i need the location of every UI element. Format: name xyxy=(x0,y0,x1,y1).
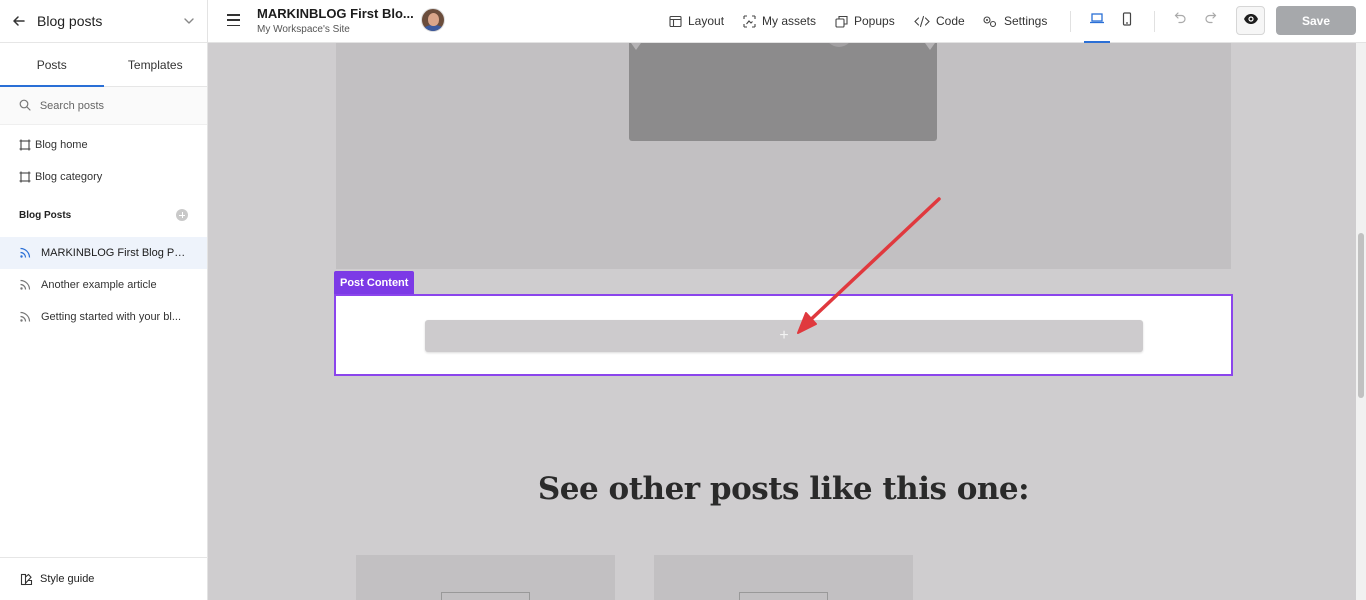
popups-icon xyxy=(835,15,848,28)
scrollbar-thumb[interactable] xyxy=(1358,233,1364,398)
plus-icon: + xyxy=(779,327,789,344)
style-guide-button[interactable]: Style guide xyxy=(0,557,208,600)
tab-templates[interactable]: Templates xyxy=(104,43,208,86)
rss-icon xyxy=(19,311,31,323)
toolbar-divider xyxy=(1154,11,1155,32)
toolbar-divider xyxy=(1070,11,1071,32)
redo-icon xyxy=(1204,11,1217,29)
image-placeholder-circle xyxy=(825,43,853,47)
save-button[interactable]: Save xyxy=(1276,6,1356,35)
canvas-scrollbar[interactable] xyxy=(1356,43,1366,600)
featured-image-section[interactable] xyxy=(336,43,1231,269)
sidebar-header: Blog posts xyxy=(0,0,207,43)
site-name: My Workspace's Site xyxy=(257,24,350,35)
sidebar-item-blog-home[interactable]: Blog home xyxy=(0,129,207,161)
sidebar-item-blog-category[interactable]: Blog category xyxy=(0,161,207,193)
my-assets-menu-button[interactable]: My assets xyxy=(743,12,816,30)
post-item-first-blog-post[interactable]: MARKINBLOG First Blog Post xyxy=(0,237,207,269)
page-title: MARKINBLOG First Blo... xyxy=(257,6,414,21)
rss-icon xyxy=(19,279,31,291)
mobile-view-button[interactable] xyxy=(1114,11,1140,31)
search-bar xyxy=(0,87,207,125)
post-item-label: Getting started with your bl... xyxy=(41,311,182,323)
image-placeholder[interactable] xyxy=(629,43,937,141)
image-placeholder-corner xyxy=(925,43,935,50)
laptop-icon xyxy=(1089,12,1105,30)
sidebar-tabs: Posts Templates xyxy=(0,43,207,87)
back-arrow-icon[interactable] xyxy=(12,13,28,29)
redo-button[interactable] xyxy=(1202,12,1218,28)
sidebar-item-label: Blog home xyxy=(35,139,88,151)
sidebar-item-label: Blog category xyxy=(35,171,103,183)
card-image-placeholder xyxy=(441,592,530,600)
search-input[interactable] xyxy=(39,99,188,112)
style-guide-label: Style guide xyxy=(40,573,95,585)
layout-icon xyxy=(669,15,682,28)
related-post-card[interactable] xyxy=(654,555,913,600)
palette-icon xyxy=(20,573,33,586)
search-icon xyxy=(19,99,32,112)
rss-icon xyxy=(19,247,31,259)
card-image-placeholder xyxy=(739,592,828,600)
code-menu-button[interactable]: Code xyxy=(914,12,965,30)
popups-menu-button[interactable]: Popups xyxy=(835,12,895,30)
related-post-card[interactable] xyxy=(356,555,615,600)
frame-icon xyxy=(19,139,31,151)
mobile-icon xyxy=(1122,11,1132,31)
desktop-view-button[interactable] xyxy=(1084,11,1110,43)
sidebar-title: Blog posts xyxy=(37,13,103,29)
blog-posts-section-header: Blog Posts xyxy=(0,193,207,237)
post-content-block[interactable]: + xyxy=(334,294,1233,376)
assets-icon xyxy=(743,14,756,28)
menu-label: Settings xyxy=(1004,14,1048,28)
image-placeholder-corner xyxy=(631,43,641,50)
section-title: Blog Posts xyxy=(19,209,72,221)
tab-posts[interactable]: Posts xyxy=(0,43,104,87)
left-sidebar: Blog posts Posts Templates Blog home Blo… xyxy=(0,0,208,600)
code-icon xyxy=(914,15,930,28)
preview-button[interactable] xyxy=(1236,6,1265,35)
chevron-down-icon[interactable] xyxy=(183,15,195,27)
editor-canvas: Post Content + See other posts like this… xyxy=(208,43,1356,600)
eye-icon xyxy=(1243,12,1259,30)
editor-toolbar: MARKINBLOG First Blo... My Workspace's S… xyxy=(208,0,1366,43)
menu-label: Layout xyxy=(688,14,725,28)
avatar[interactable] xyxy=(421,8,445,32)
menu-label: Popups xyxy=(854,14,895,28)
undo-icon xyxy=(1174,11,1187,29)
post-item-another-example[interactable]: Another example article xyxy=(0,269,207,301)
hamburger-menu-icon[interactable] xyxy=(227,14,240,26)
add-content-button[interactable]: + xyxy=(425,320,1143,352)
menu-label: My assets xyxy=(762,14,817,28)
related-posts-heading: See other posts like this one: xyxy=(537,471,1030,507)
menu-label: Code xyxy=(936,14,965,28)
post-content-label: Post Content xyxy=(334,271,415,294)
settings-icon xyxy=(982,15,998,28)
frame-icon xyxy=(19,171,31,183)
layout-menu-button[interactable]: Layout xyxy=(669,12,724,30)
undo-button[interactable] xyxy=(1172,12,1188,28)
settings-menu-button[interactable]: Settings xyxy=(982,12,1047,30)
post-item-label: MARKINBLOG First Blog Post xyxy=(41,247,188,259)
post-item-getting-started[interactable]: Getting started with your bl... xyxy=(0,301,207,333)
post-item-label: Another example article xyxy=(41,279,157,291)
add-post-icon[interactable] xyxy=(176,209,188,221)
